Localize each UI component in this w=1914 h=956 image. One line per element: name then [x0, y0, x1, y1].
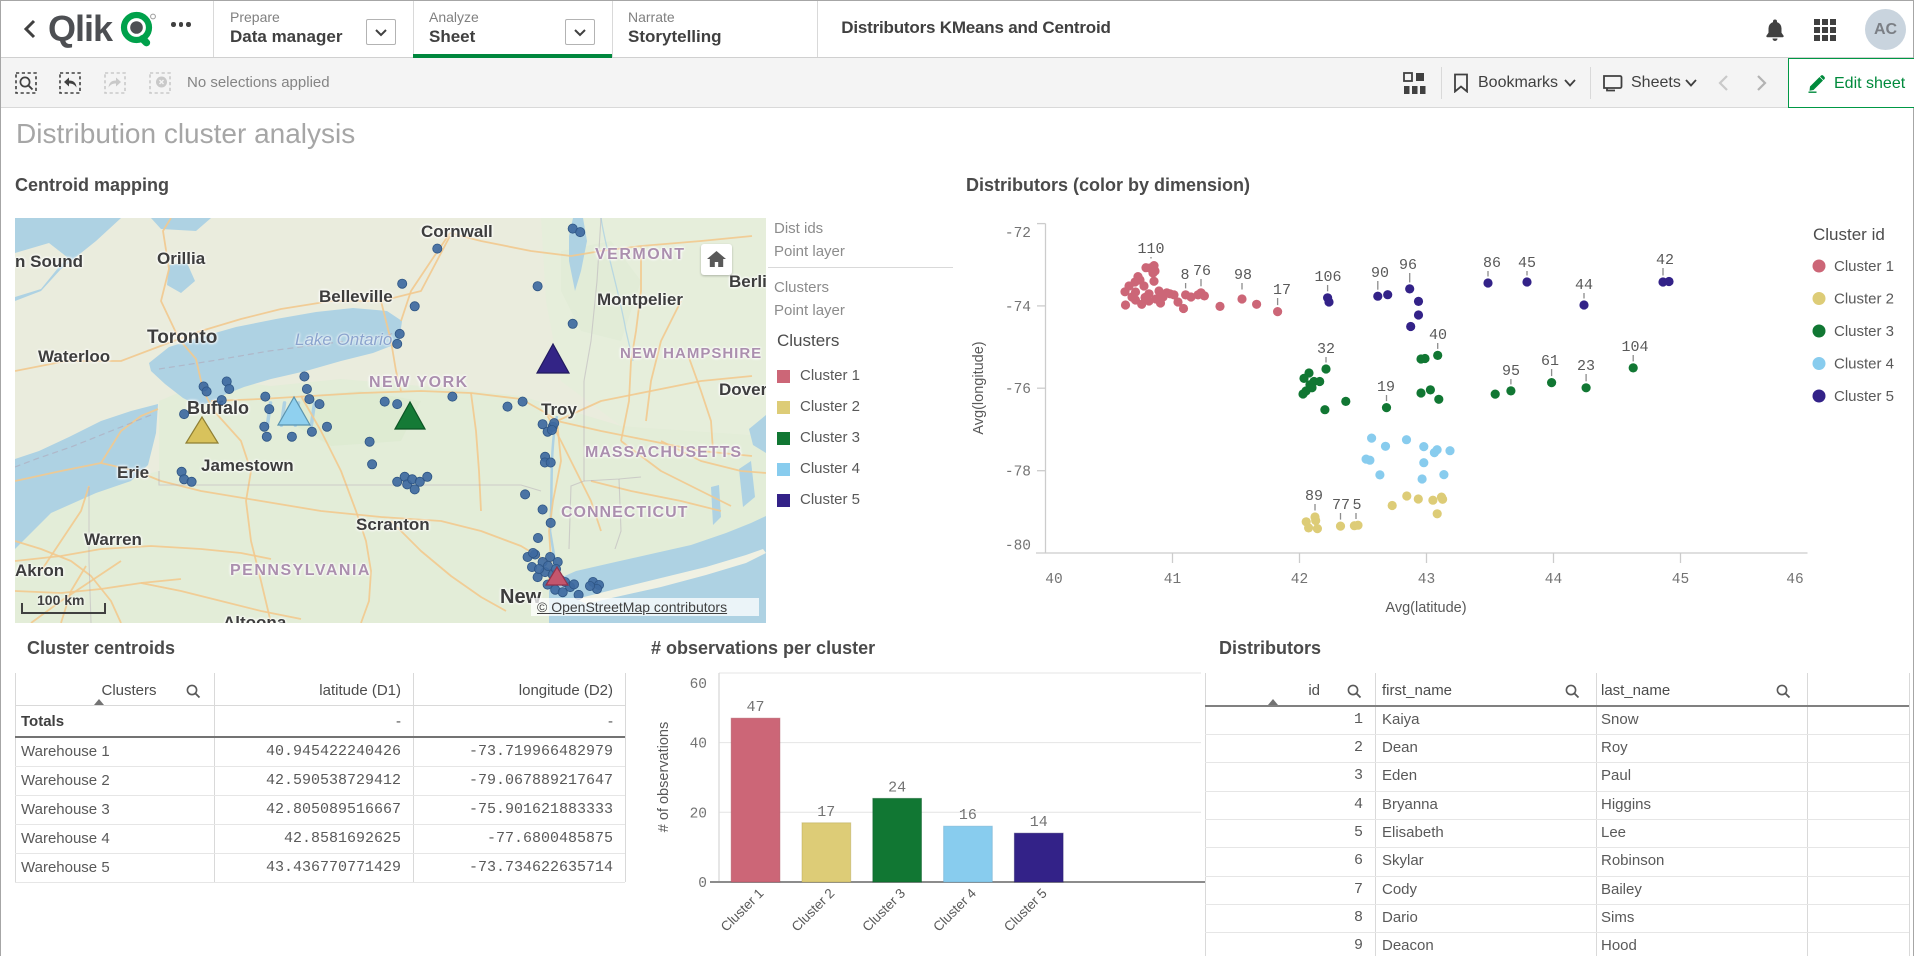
svg-text:-74: -74 [1005, 300, 1031, 316]
svg-text:44: 44 [1575, 277, 1593, 294]
svg-text:19: 19 [1377, 379, 1395, 396]
svg-text:Cluster id: Cluster id [1813, 225, 1885, 244]
svg-text:14: 14 [1030, 814, 1048, 831]
svg-text:90: 90 [1371, 265, 1389, 282]
svg-text:Cluster 2: Cluster 2 [789, 886, 838, 935]
svg-text:Cluster 4: Cluster 4 [930, 885, 979, 934]
svg-text:42: 42 [1656, 252, 1674, 269]
svg-text:60: 60 [690, 677, 707, 693]
svg-text:44: 44 [1545, 572, 1562, 588]
svg-text:106: 106 [1314, 269, 1341, 286]
svg-text:77: 77 [1332, 497, 1350, 514]
svg-text:40: 40 [1429, 327, 1447, 344]
svg-text:45: 45 [1518, 255, 1536, 272]
svg-text:95: 95 [1502, 363, 1520, 380]
svg-text:98: 98 [1234, 267, 1252, 284]
svg-text:76: 76 [1193, 263, 1211, 280]
svg-text:Avg(latitude): Avg(latitude) [1385, 600, 1466, 616]
svg-text:Cluster 2: Cluster 2 [1834, 291, 1894, 308]
svg-text:20: 20 [690, 806, 707, 822]
svg-text:45: 45 [1672, 572, 1689, 588]
svg-text:0: 0 [698, 876, 707, 892]
svg-text:61: 61 [1541, 353, 1559, 370]
svg-text:104: 104 [1621, 339, 1648, 356]
svg-text:43: 43 [1418, 572, 1435, 588]
svg-text:41: 41 [1164, 572, 1181, 588]
svg-text:86: 86 [1483, 255, 1501, 272]
svg-text:32: 32 [1317, 341, 1335, 358]
svg-text:110: 110 [1137, 241, 1164, 258]
svg-text:17: 17 [1273, 282, 1291, 299]
svg-text:46: 46 [1786, 572, 1803, 588]
svg-text:89: 89 [1305, 488, 1323, 505]
svg-text:Cluster 1: Cluster 1 [1834, 258, 1894, 275]
svg-text:42: 42 [1291, 572, 1308, 588]
svg-text:96: 96 [1399, 257, 1417, 274]
svg-text:# of observations: # of observations [656, 722, 672, 832]
svg-text:24: 24 [888, 779, 906, 796]
svg-text:40: 40 [690, 737, 707, 753]
svg-text:Cluster 5: Cluster 5 [1001, 886, 1050, 935]
svg-text:5: 5 [1352, 497, 1361, 514]
svg-text:Cluster 4: Cluster 4 [1834, 356, 1894, 373]
svg-text:-72: -72 [1005, 226, 1031, 242]
svg-text:-76: -76 [1005, 382, 1031, 398]
svg-text:17: 17 [817, 804, 835, 821]
svg-text:Cluster 3: Cluster 3 [859, 886, 908, 935]
svg-text:Cluster 3: Cluster 3 [1834, 323, 1894, 340]
svg-text:23: 23 [1577, 358, 1595, 375]
svg-text:-78: -78 [1005, 465, 1031, 481]
svg-text:Cluster 1: Cluster 1 [718, 886, 767, 935]
svg-text:40: 40 [1045, 572, 1062, 588]
svg-text:Avg(longitude): Avg(longitude) [971, 341, 987, 434]
svg-text:47: 47 [746, 699, 764, 716]
svg-text:Cluster 5: Cluster 5 [1834, 388, 1894, 405]
svg-text:16: 16 [959, 807, 977, 824]
svg-text:-80: -80 [1005, 539, 1031, 555]
svg-text:8: 8 [1180, 267, 1189, 284]
